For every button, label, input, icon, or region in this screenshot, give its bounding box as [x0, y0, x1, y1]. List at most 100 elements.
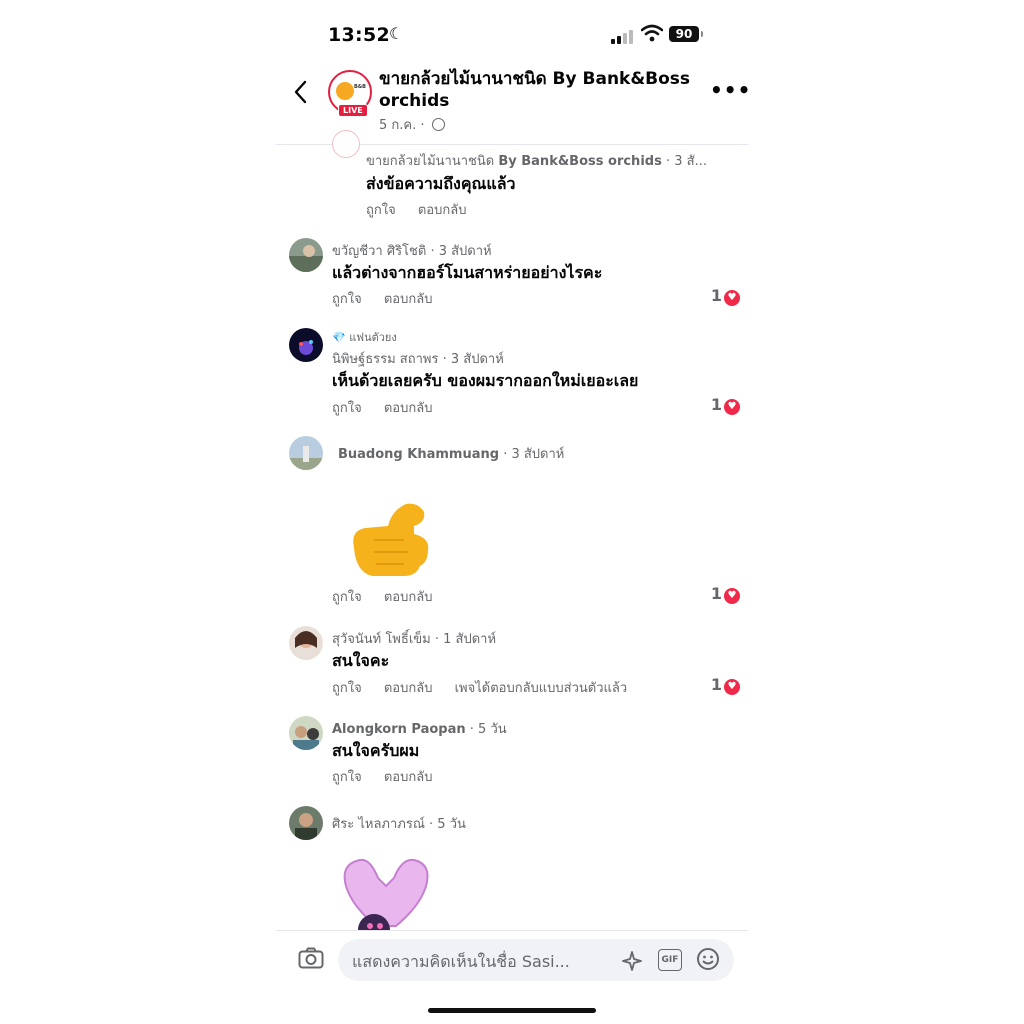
- comment-author-line: นิพิษฐ์ธรรม สถาพร · 3 สัปดาห์: [332, 348, 504, 369]
- comment-actions: ถูกใจ ตอบกลับ: [366, 199, 484, 220]
- comment-author-bold[interactable]: By Bank&Boss orchids: [498, 154, 661, 169]
- diamond-icon: 💎: [332, 331, 346, 344]
- comment-item: Alongkorn Paopan · 5 วัน สนใจครับผม ถูกใ…: [276, 716, 748, 796]
- comment-item: ขายกล้วยไม้นานาชนิด By Bank&Boss orchids…: [276, 130, 748, 224]
- heart-icon: ♥: [724, 399, 740, 415]
- comment-actions: ถูกใจ ตอบกลับ เพจได้ตอบกลับแบบส่วนตัวแล้…: [332, 677, 645, 698]
- reply-button[interactable]: ตอบกลับ: [384, 401, 433, 416]
- reaction-count[interactable]: 1 ♥: [711, 675, 740, 695]
- comment-actions: ถูกใจ ตอบกลับ: [332, 397, 450, 418]
- emoji-icon[interactable]: [696, 947, 720, 971]
- comment-author-line: Alongkorn Paopan · 5 วัน: [332, 718, 507, 739]
- comment-time: · 3 สั...: [665, 154, 707, 169]
- heart-hands-sticker: [343, 858, 429, 936]
- reaction-count[interactable]: 1 ♥: [711, 395, 740, 415]
- reply-button[interactable]: ตอบกลับ: [384, 292, 433, 307]
- wifi-icon: [641, 24, 663, 42]
- reaction-number: 1: [710, 286, 722, 305]
- avatar-sticker-icon[interactable]: [620, 949, 644, 973]
- reaction-count[interactable]: 1 ♥: [711, 584, 740, 604]
- top-fan-badge: 💎 แฟนตัวยง: [332, 328, 397, 346]
- cellular-signal-icon: [611, 28, 635, 44]
- more-options-button[interactable]: •••: [710, 78, 748, 102]
- comment-time: · 5 วัน: [469, 722, 507, 737]
- clock: 13:52: [328, 24, 390, 46]
- comment-author-line: ขวัญชีวา ศิริโชติ · 3 สัปดาห์: [332, 240, 492, 261]
- back-arrow-icon[interactable]: [290, 78, 312, 106]
- user-avatar[interactable]: [289, 436, 323, 470]
- page-title[interactable]: ขายกล้วยไม้นานาชนิด By Bank&Boss orchids: [379, 68, 699, 112]
- reply-button[interactable]: ตอบกลับ: [384, 681, 433, 696]
- gif-button[interactable]: GIF: [658, 949, 682, 971]
- battery-indicator: 90: [669, 26, 703, 42]
- comment-time: · 5 วัน: [429, 817, 466, 832]
- comment-item: Buadong Khammuang · 3 สัปดาห์ ถูกใจ ตอบก…: [276, 436, 748, 616]
- comment-author-line: ขายกล้วยไม้นานาชนิด By Bank&Boss orchids…: [366, 150, 707, 171]
- comment-author[interactable]: สุวัจนันท์ โพธิ์เข็ม: [332, 632, 431, 647]
- comment-text: ส่งข้อความถึงคุณแล้ว: [366, 174, 516, 193]
- comment-author[interactable]: ศิระ ไหลภาภรณ์: [332, 817, 425, 832]
- home-indicator[interactable]: [428, 1008, 596, 1013]
- like-button[interactable]: ถูกใจ: [332, 292, 362, 307]
- comment-author[interactable]: ขวัญชีวา ศิริโชติ: [332, 244, 426, 259]
- user-avatar[interactable]: [289, 716, 323, 750]
- like-button[interactable]: ถูกใจ: [366, 203, 396, 218]
- reaction-number: 1: [710, 584, 722, 603]
- orchid-logo-icon: [336, 82, 354, 100]
- comment-item: ศิระ ไหลภาภรณ์ · 5 วัน: [276, 806, 748, 936]
- live-badge: LIVE: [338, 104, 368, 117]
- comment-author[interactable]: ขายกล้วยไม้นานาชนิด: [366, 154, 494, 169]
- comment-text: สนใจครับผม: [332, 741, 420, 760]
- comment-author-line: ศิระ ไหลภาภรณ์ · 5 วัน: [332, 813, 466, 834]
- user-avatar[interactable]: [289, 238, 323, 272]
- comment-text: แล้วต่างจากฮอร์โมนสาหร่ายอย่างไรคะ: [332, 263, 603, 282]
- reaction-number: 1: [710, 675, 722, 694]
- heart-icon: ♥: [724, 679, 740, 695]
- heart-icon: ♥: [724, 290, 740, 306]
- badge-label: แฟนตัวยง: [349, 331, 397, 344]
- comment-input[interactable]: [350, 947, 609, 975]
- reply-button[interactable]: ตอบกลับ: [384, 590, 433, 605]
- camera-icon[interactable]: [298, 947, 324, 969]
- comment-author-line: Buadong Khammuang · 3 สัปดาห์: [338, 443, 564, 464]
- comment-time: · 3 สัปดาห์: [430, 244, 492, 259]
- like-button[interactable]: ถูกใจ: [332, 401, 362, 416]
- user-avatar[interactable]: [289, 328, 323, 362]
- comment-time: · 1 สัปดาห์: [434, 632, 497, 647]
- moon-icon: ☾: [389, 24, 404, 43]
- comment-author[interactable]: Alongkorn Paopan: [332, 722, 466, 737]
- post-date-text: 5 ก.ค. ·: [379, 118, 425, 133]
- page-avatar-small[interactable]: [332, 130, 360, 158]
- comment-input-box[interactable]: GIF: [338, 939, 734, 981]
- comment-item: ขวัญชีวา ศิริโชติ · 3 สัปดาห์ แล้วต่างจา…: [276, 238, 748, 318]
- heart-icon: ♥: [724, 588, 740, 604]
- comment-time: · 3 สัปดาห์: [503, 447, 565, 462]
- comment-item: สุวัจนันท์ โพธิ์เข็ม · 1 สัปดาห์ สนใจคะ …: [276, 626, 748, 706]
- logo-mark: B&B: [354, 84, 366, 90]
- comment-author[interactable]: Buadong Khammuang: [338, 447, 499, 462]
- user-avatar[interactable]: [289, 626, 323, 660]
- comment-author[interactable]: นิพิษฐ์ธรรม สถาพร: [332, 352, 438, 367]
- comment-item: 💎 แฟนตัวยง นิพิษฐ์ธรรม สถาพร · 3 สัปดาห์…: [276, 326, 748, 416]
- status-bar: 13:52 ☾ 90: [276, 20, 748, 50]
- comment-actions: ถูกใจ ตอบกลับ: [332, 766, 450, 787]
- reaction-count[interactable]: 1 ♥: [711, 286, 740, 306]
- comment-actions: ถูกใจ ตอบกลับ: [332, 288, 450, 309]
- comment-author-line: สุวัจนันท์ โพธิ์เข็ม · 1 สัปดาห์: [332, 628, 496, 649]
- post-date: 5 ก.ค. ·: [379, 114, 445, 135]
- thumbs-up-sticker: [353, 503, 429, 576]
- like-button[interactable]: ถูกใจ: [332, 590, 362, 605]
- user-avatar[interactable]: [289, 806, 323, 840]
- like-button[interactable]: ถูกใจ: [332, 681, 362, 696]
- phone-screen: 13:52 ☾ 90 B&B LIVE ขายกล้วยไม้นานาชนิด …: [276, 0, 748, 1024]
- reply-button[interactable]: ตอบกลับ: [418, 203, 467, 218]
- private-reply-note: เพจได้ตอบกลับแบบส่วนตัวแล้ว: [454, 681, 628, 696]
- reaction-number: 1: [710, 395, 722, 414]
- globe-icon: [431, 118, 445, 131]
- comment-actions: ถูกใจ ตอบกลับ: [332, 586, 450, 607]
- comment-time: · 3 สัปดาห์: [442, 352, 504, 367]
- like-button[interactable]: ถูกใจ: [332, 770, 362, 785]
- comment-text: สนใจคะ: [332, 651, 390, 670]
- reply-button[interactable]: ตอบกลับ: [384, 770, 433, 785]
- comment-text: เห็นด้วยเลยครับ ของผมรากออกใหม่เยอะเลย: [332, 371, 639, 390]
